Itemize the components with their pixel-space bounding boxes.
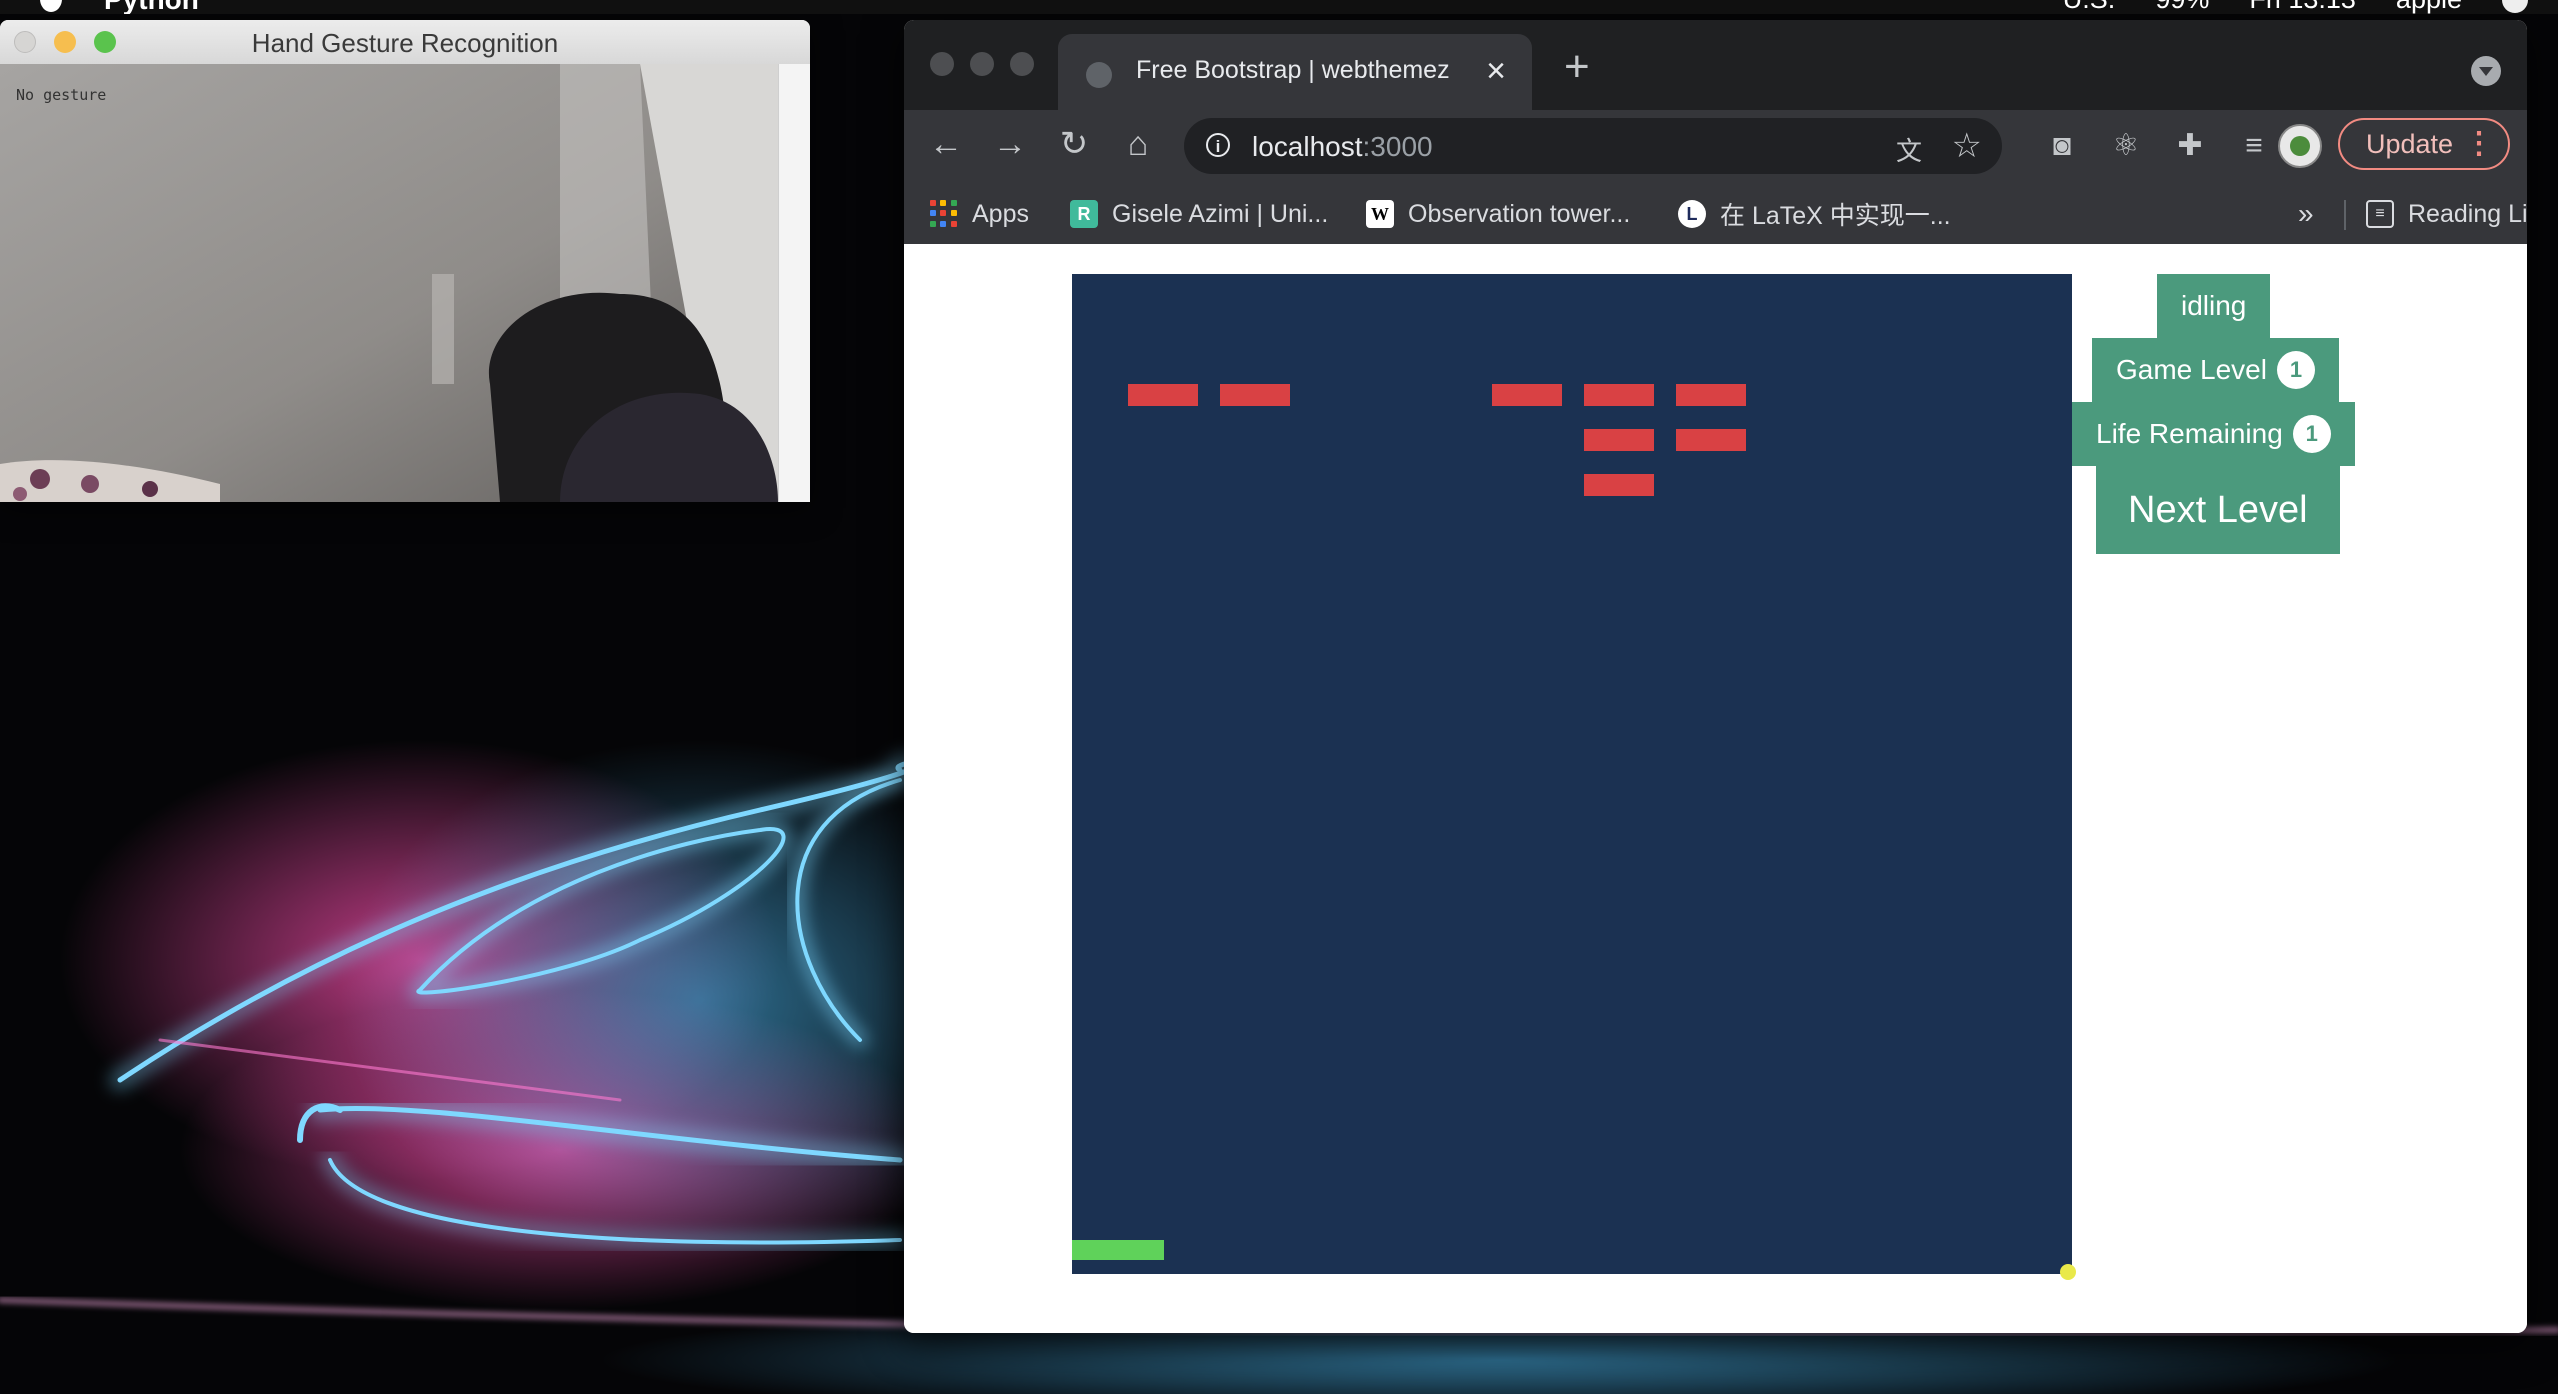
- update-button[interactable]: Update ⋮: [2338, 118, 2510, 170]
- back-icon[interactable]: ←: [924, 122, 968, 166]
- reload-icon[interactable]: ↻: [1052, 122, 1096, 166]
- profile-avatar[interactable]: [2278, 124, 2322, 168]
- menu-bar: Python U.S. 99% Fri 13:13 apple: [0, 0, 2558, 14]
- bookmark-researchgate[interactable]: R Gisele Azimi | Uni...: [1070, 198, 1328, 230]
- zoom-window-icon[interactable]: [1010, 52, 1034, 76]
- window-scrollbar[interactable]: [778, 64, 810, 502]
- clock[interactable]: Fri 13:13: [2249, 0, 2356, 14]
- next-level-button[interactable]: Next Level: [2096, 466, 2340, 554]
- game-level-label: Game Level: [2116, 354, 2267, 385]
- minimize-window-icon[interactable]: [970, 52, 994, 76]
- globe-icon: [1086, 62, 1112, 88]
- url-text: localhost:3000: [1252, 131, 1433, 162]
- game-level-indicator: Game Level 1: [2092, 338, 2339, 402]
- brick: [1676, 384, 1746, 406]
- ball: [2060, 1264, 2076, 1280]
- site-info-icon[interactable]: i: [1206, 133, 1230, 157]
- new-tab-icon[interactable]: +: [1564, 42, 1590, 92]
- reading-list[interactable]: ≡ Reading List: [2366, 198, 2527, 230]
- latex-icon: L: [1678, 200, 1706, 228]
- address-bar[interactable]: i localhost:3000 文 ☆: [1184, 118, 2002, 174]
- react-devtools-icon[interactable]: ⚛: [2106, 126, 2146, 166]
- input-source[interactable]: U.S.: [2063, 0, 2116, 14]
- tab-title: Free Bootstrap | webthemez: [1136, 56, 1450, 84]
- window-title-bar[interactable]: Hand Gesture Recognition: [0, 20, 810, 65]
- bookmarks-divider: [2344, 200, 2346, 230]
- bookmark-label: Observation tower...: [1408, 199, 1631, 228]
- brick: [1584, 474, 1654, 496]
- life-remaining-label: Life Remaining: [2096, 418, 2283, 449]
- bookmark-latex[interactable]: L 在 LaTeX 中实现一...: [1678, 198, 1951, 230]
- bookmark-label: 在 LaTeX 中实现一...: [1720, 202, 1951, 230]
- bookmarks-bar: Apps R Gisele Azimi | Uni... W Observati…: [904, 182, 2527, 245]
- game-status-badge: idling: [2157, 274, 2271, 338]
- update-label: Update: [2366, 129, 2454, 159]
- camera-extension-icon[interactable]: ◙: [2042, 126, 2082, 166]
- wikipedia-icon: W: [1366, 200, 1394, 228]
- more-menu-icon[interactable]: ⋮: [2464, 120, 2494, 168]
- browser-toolbar: ← → ↻ ⌂ i localhost:3000 文 ☆ ◙ ⚛ ✚ ≡ Upd…: [904, 110, 2527, 182]
- game-level-badge: 1: [2276, 351, 2315, 389]
- bookmark-wikipedia[interactable]: W Observation tower...: [1366, 198, 1630, 230]
- apps-grid-icon: [930, 200, 958, 228]
- tab-active[interactable]: Free Bootstrap | webthemez ×: [1058, 34, 1532, 110]
- webcam-feed: [0, 64, 778, 502]
- brick: [1128, 384, 1198, 406]
- page-content: idling Game Level 1 Life Remaining 1 Nex…: [904, 244, 2527, 1333]
- window-title: Hand Gesture Recognition: [251, 28, 559, 58]
- bookmark-label: Apps: [972, 199, 1029, 228]
- home-icon[interactable]: ⌂: [1116, 122, 1160, 166]
- browser-window: Free Bootstrap | webthemez × + ← → ↻ ⌂ i…: [904, 20, 2527, 1333]
- more-bookmarks-icon[interactable]: »: [2298, 198, 2314, 230]
- researchgate-icon: R: [1070, 200, 1098, 228]
- life-remaining-badge: 1: [2292, 415, 2331, 453]
- bookmark-apps[interactable]: Apps: [930, 198, 1029, 230]
- game-status-text: idling: [2181, 290, 2247, 321]
- reading-list-label: Reading List: [2408, 199, 2527, 228]
- menu-bar-status: U.S. 99% Fri 13:13 apple: [2063, 0, 2528, 14]
- life-remaining-indicator: Life Remaining 1: [2072, 402, 2355, 466]
- apple-menu-icon[interactable]: [40, 0, 62, 12]
- tab-strip: Free Bootstrap | webthemez × +: [904, 20, 2527, 110]
- siri-icon[interactable]: [2502, 0, 2528, 13]
- reading-list-icon: ≡: [2366, 200, 2394, 228]
- gesture-status-text: No gesture: [16, 86, 107, 104]
- breakout-game-board[interactable]: [1072, 274, 2076, 1280]
- close-window-icon[interactable]: [930, 52, 954, 76]
- next-level-label: Next Level: [2128, 488, 2308, 531]
- bookmark-label: Gisele Azimi | Uni...: [1112, 199, 1329, 228]
- brick: [1220, 384, 1290, 406]
- extensions-puzzle-icon[interactable]: ✚: [2170, 126, 2210, 166]
- forward-icon[interactable]: →: [988, 122, 1032, 166]
- brick: [1676, 429, 1746, 451]
- translate-icon[interactable]: 文: [1896, 131, 1922, 168]
- gesture-recognition-window: Hand Gesture Recognition No gesture: [0, 20, 810, 502]
- media-queue-icon[interactable]: ≡: [2234, 126, 2274, 166]
- user-name[interactable]: apple: [2396, 0, 2462, 14]
- brick: [1584, 384, 1654, 406]
- bookmark-star-icon[interactable]: ☆: [1952, 126, 1982, 166]
- brick: [1492, 384, 1562, 406]
- brick: [1584, 429, 1654, 451]
- close-tab-icon[interactable]: ×: [1486, 52, 1506, 91]
- active-app-name[interactable]: Python: [104, 0, 199, 14]
- tab-search-icon[interactable]: [2471, 56, 2501, 86]
- battery-percent[interactable]: 99%: [2155, 0, 2209, 14]
- paddle[interactable]: [1072, 1240, 1164, 1260]
